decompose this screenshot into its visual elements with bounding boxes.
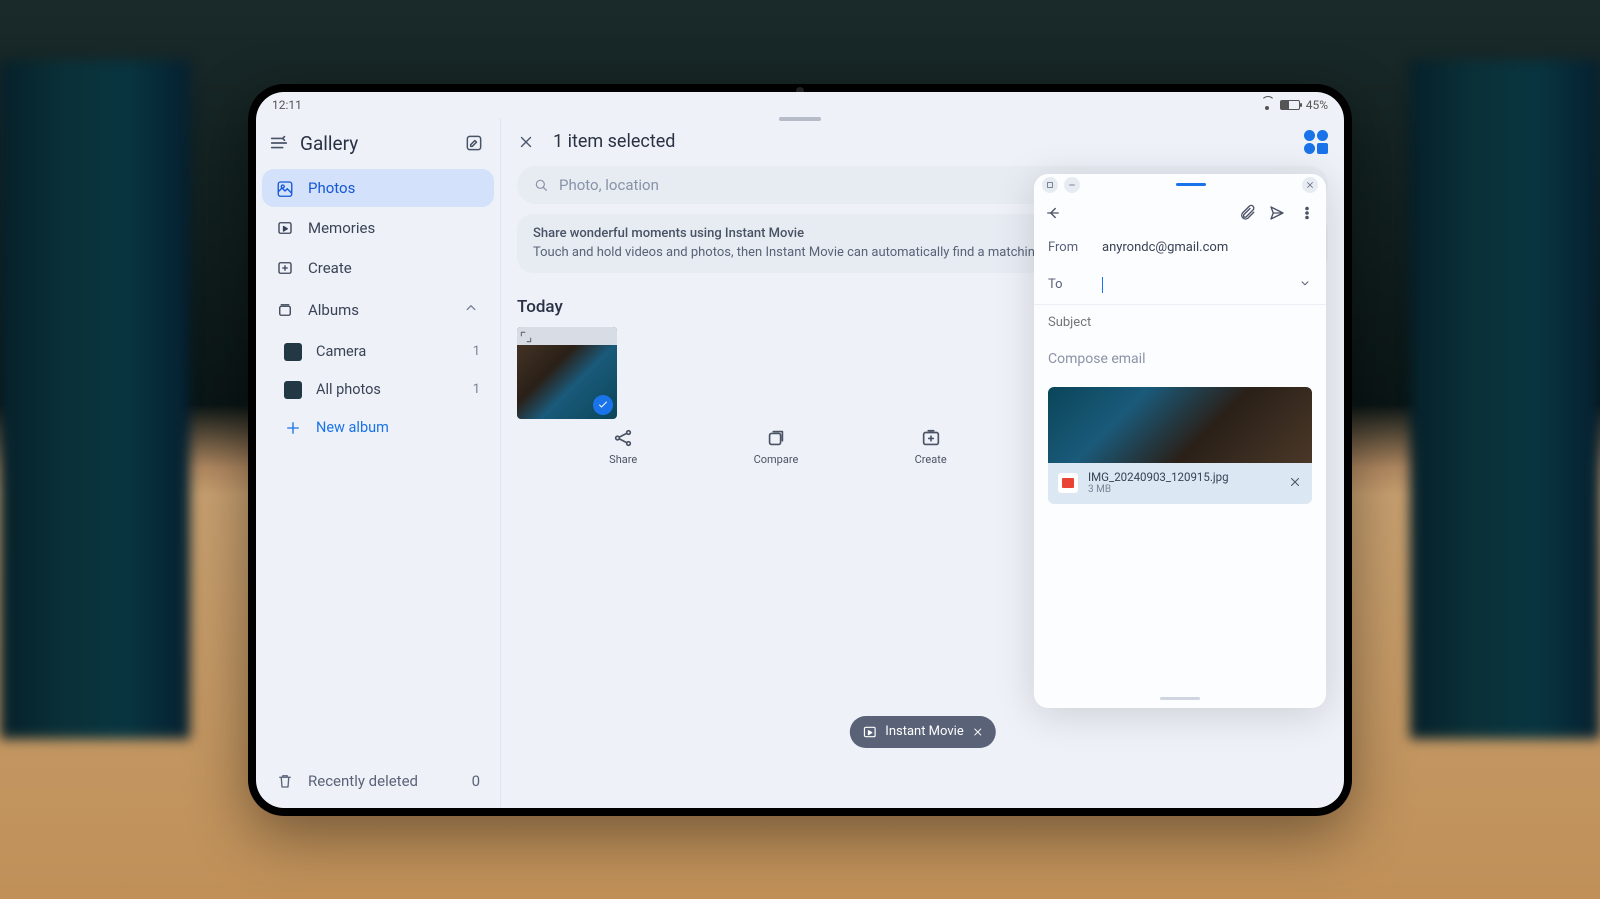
apps-grid-button[interactable] xyxy=(1304,130,1328,154)
selection-count: 1 item selected xyxy=(553,131,675,152)
window-maximize-button[interactable] xyxy=(1042,177,1058,193)
create-button[interactable]: Create xyxy=(915,427,947,466)
to-label: To xyxy=(1048,277,1086,292)
sidebar: Gallery Photos Memories xyxy=(256,118,500,808)
pill-close-icon[interactable] xyxy=(972,726,984,738)
share-button[interactable]: Share xyxy=(609,427,637,466)
album-thumb-icon xyxy=(284,343,302,361)
subject-field[interactable] xyxy=(1034,305,1326,341)
battery-icon xyxy=(1280,100,1300,110)
more-vert-icon[interactable] xyxy=(1298,204,1316,222)
app-title: Gallery xyxy=(300,132,454,155)
album-thumb-icon xyxy=(284,381,302,399)
subject-input[interactable] xyxy=(1048,315,1312,330)
album-count: 1 xyxy=(473,382,480,397)
instant-movie-pill[interactable]: Instant Movie xyxy=(849,716,995,748)
status-battery: 45% xyxy=(1306,98,1328,112)
wifi-icon xyxy=(1260,100,1274,110)
from-value: anyrondc@gmail.com xyxy=(1102,240,1228,255)
window-close-button[interactable] xyxy=(1302,177,1318,193)
recently-deleted[interactable]: Recently deleted 0 xyxy=(262,758,494,808)
attach-icon[interactable] xyxy=(1238,204,1256,222)
album-count: 1 xyxy=(473,344,480,359)
to-field[interactable]: To xyxy=(1034,266,1326,305)
from-field[interactable]: From anyrondc@gmail.com xyxy=(1034,230,1326,266)
compose-window: From anyrondc@gmail.com To Compose email xyxy=(1034,174,1326,708)
recently-deleted-label: Recently deleted xyxy=(308,772,418,790)
compose-placeholder: Compose email xyxy=(1048,351,1145,367)
sidebar-item-label: Photos xyxy=(308,179,355,197)
action-label: Create xyxy=(915,453,947,466)
sidebar-item-photos[interactable]: Photos xyxy=(262,169,494,207)
chevron-up-icon xyxy=(462,299,480,321)
photo-thumbnail[interactable] xyxy=(517,327,617,419)
menu-icon[interactable] xyxy=(268,134,290,152)
sidebar-item-label: New album xyxy=(316,419,389,436)
sidebar-item-label: Memories xyxy=(308,219,375,237)
action-label: Share xyxy=(609,453,637,466)
attachment-preview xyxy=(1048,387,1312,463)
send-icon[interactable] xyxy=(1268,204,1286,222)
sidebar-album-camera[interactable]: Camera 1 xyxy=(262,333,494,371)
expand-icon xyxy=(519,329,533,343)
sidebar-item-label: Create xyxy=(308,259,352,277)
back-icon[interactable] xyxy=(1044,204,1062,222)
sidebar-item-create[interactable]: Create xyxy=(262,249,494,287)
new-album-button[interactable]: New album xyxy=(262,409,494,447)
search-icon xyxy=(533,177,549,193)
attachment-name: IMG_20240903_120915.jpg xyxy=(1088,471,1278,485)
sidebar-item-label: Camera xyxy=(316,343,366,360)
from-label: From xyxy=(1048,240,1086,255)
resize-handle[interactable] xyxy=(1160,697,1200,700)
search-placeholder: Photo, location xyxy=(559,176,659,194)
image-file-icon xyxy=(1058,473,1078,493)
chevron-down-icon[interactable] xyxy=(1298,276,1312,294)
edit-icon[interactable] xyxy=(464,133,484,153)
compare-button[interactable]: Compare xyxy=(754,427,799,466)
status-bar: 12:11 45% xyxy=(256,92,1344,118)
sidebar-item-albums[interactable]: Albums xyxy=(262,289,494,331)
sidebar-item-memories[interactable]: Memories xyxy=(262,209,494,247)
remove-attachment-button[interactable] xyxy=(1288,474,1302,493)
sidebar-item-label: All photos xyxy=(316,381,381,398)
window-minimize-button[interactable] xyxy=(1064,177,1080,193)
attachment-size: 3 MB xyxy=(1088,484,1278,496)
recently-deleted-count: 0 xyxy=(472,772,480,790)
status-time: 12:11 xyxy=(272,98,302,112)
action-label: Compare xyxy=(754,453,799,466)
window-drag-handle[interactable] xyxy=(1176,183,1206,186)
sidebar-item-label: Albums xyxy=(308,301,359,319)
sidebar-album-all-photos[interactable]: All photos 1 xyxy=(262,371,494,409)
selected-check-icon[interactable] xyxy=(593,395,613,415)
pill-label: Instant Movie xyxy=(885,724,963,739)
close-selection-button[interactable] xyxy=(517,133,535,151)
attachment-card[interactable]: IMG_20240903_120915.jpg 3 MB xyxy=(1048,387,1312,505)
compose-body[interactable]: Compose email xyxy=(1034,341,1326,377)
